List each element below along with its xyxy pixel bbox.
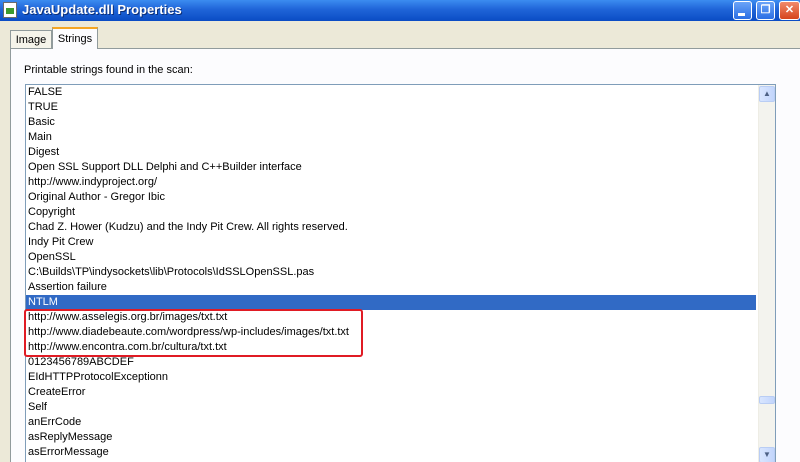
arrow-up-icon: ▲ — [763, 89, 771, 98]
list-item[interactable]: TRUE — [26, 100, 756, 115]
tab-image[interactable]: Image — [10, 30, 52, 48]
list-item[interactable]: EIdHTTPProtocolExceptionn — [26, 370, 756, 385]
list-item[interactable]: 0123456789ABCDEF — [26, 355, 756, 370]
list-item[interactable]: Basic — [26, 115, 756, 130]
file-icon — [3, 2, 17, 18]
highlight-annotation — [24, 309, 363, 357]
list-item[interactable]: Indy Pit Crew — [26, 235, 756, 250]
minimize-button[interactable] — [733, 1, 752, 20]
list-item[interactable]: Original Author - Gregor Ibic — [26, 190, 756, 205]
scroll-up-button[interactable]: ▲ — [759, 86, 775, 102]
strings-list: FALSE TRUE Basic Main Digest Open SSL Support… — [26, 85, 756, 460]
list-item[interactable]: C:\Builds\TP\indysockets\lib\Protocols\I… — [26, 265, 756, 280]
list-item[interactable]: Self — [26, 400, 756, 415]
list-item[interactable]: asErrorMessage — [26, 445, 756, 460]
list-item[interactable]: FALSE — [26, 85, 756, 100]
scroll-thumb[interactable] — [759, 396, 775, 404]
close-button[interactable]: ✕ — [779, 1, 800, 20]
minimize-icon — [738, 13, 745, 16]
tab-strings[interactable]: Strings — [52, 27, 98, 49]
title-bar[interactable]: JavaUpdate.dll Properties ❐ ✕ — [0, 0, 800, 21]
list-item[interactable]: anErrCode — [26, 415, 756, 430]
list-item[interactable]: Open SSL Support DLL Delphi and C++Build… — [26, 160, 756, 175]
window-title: JavaUpdate.dll Properties — [22, 2, 182, 17]
strings-list-box[interactable]: FALSE TRUE Basic Main Digest Open SSL Support… — [25, 84, 776, 462]
vertical-scrollbar[interactable]: ▲ ▼ — [758, 85, 775, 462]
list-item[interactable]: asReplyMessage — [26, 430, 756, 445]
strings-caption: Printable strings found in the scan: — [24, 64, 193, 76]
list-item[interactable]: NTLM — [26, 295, 756, 310]
list-item[interactable]: Copyright — [26, 205, 756, 220]
list-item[interactable]: Assertion failure — [26, 280, 756, 295]
list-item[interactable]: Digest — [26, 145, 756, 160]
arrow-down-icon: ▼ — [763, 450, 771, 459]
list-item[interactable]: Main — [26, 130, 756, 145]
list-item[interactable]: http://www.indyproject.org/ — [26, 175, 756, 190]
list-item[interactable]: CreateError — [26, 385, 756, 400]
list-item[interactable]: OpenSSL — [26, 250, 756, 265]
list-item[interactable]: Chad Z. Hower (Kudzu) and the Indy Pit C… — [26, 220, 756, 235]
scroll-down-button[interactable]: ▼ — [759, 447, 775, 462]
maximize-button[interactable]: ❐ — [756, 1, 775, 20]
